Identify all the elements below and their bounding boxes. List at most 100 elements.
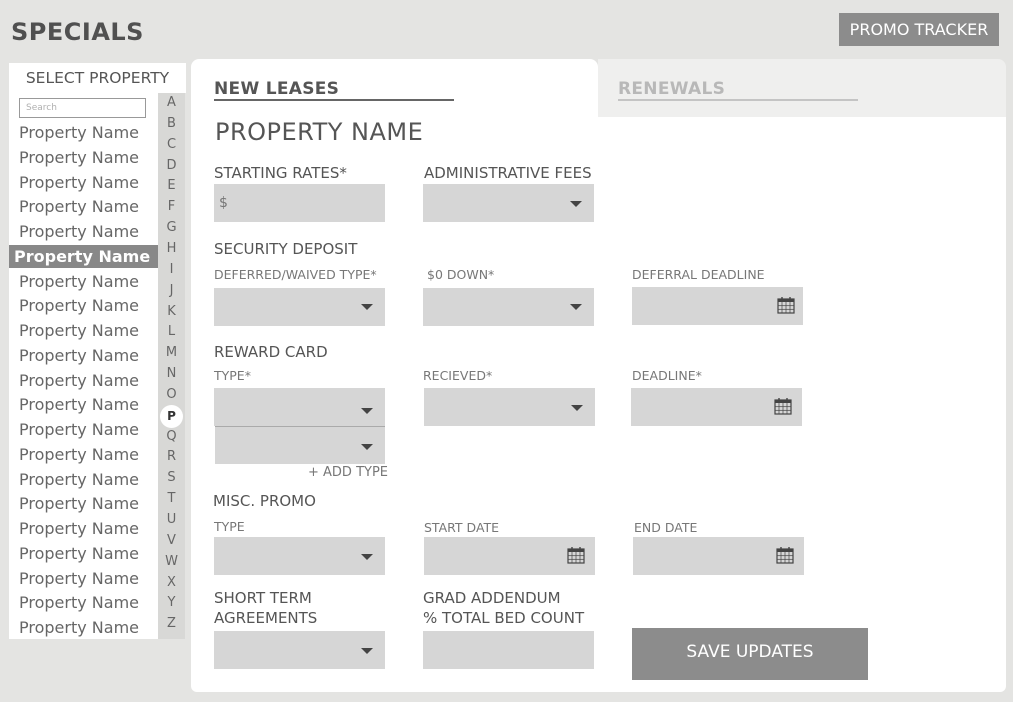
alphabet-letter-m[interactable]: M [158,345,185,360]
property-list-item[interactable]: Property Name [9,146,158,169]
alphabet-letter-z[interactable]: Z [158,616,185,631]
tab-renewals-label[interactable]: RENEWALS [618,79,858,101]
alphabet-letter-v[interactable]: V [158,533,185,548]
calendar-icon[interactable] [776,547,794,564]
sidebar-header: SELECT PROPERTY [9,63,186,93]
property-list-item[interactable]: Property Name [9,220,158,243]
alphabet-letter-d[interactable]: D [158,158,185,173]
property-list-item[interactable]: Property Name [9,121,158,144]
grad-addendum-input[interactable] [423,631,594,669]
property-list-item[interactable]: Property Name [9,542,158,565]
property-list-item[interactable]: Property Name [9,517,158,540]
property-list-item[interactable]: Property Name [9,492,158,515]
property-list-item[interactable]: Property Name [9,369,158,392]
property-list-item[interactable]: Property Name [9,567,158,590]
property-list-item[interactable]: Property Name [9,443,158,466]
chevron-down-icon [571,405,583,411]
admin-fees-label: ADMINISTRATIVE FEES [424,164,592,182]
start-date-field[interactable] [424,537,595,575]
alphabet-letter-q[interactable]: Q [158,429,185,444]
short-term-label-2: AGREEMENTS [214,609,318,627]
calendar-icon[interactable] [774,398,792,415]
property-list-item[interactable]: Property Name [9,244,158,268]
deferred-type-select[interactable] [214,288,385,326]
alphabet-letter-y[interactable]: Y [158,595,185,610]
chevron-down-icon [361,444,373,450]
alphabet-letter-x[interactable]: X [158,575,185,590]
start-date-label: START DATE [424,520,500,535]
chevron-down-icon [570,304,582,310]
reward-type-label: TYPE* [214,368,251,383]
admin-fees-select[interactable] [423,184,594,222]
alphabet-letter-e[interactable]: E [158,178,185,193]
calendar-icon[interactable] [567,547,585,564]
search-input[interactable] [19,98,146,118]
grad-addendum-label-1: GRAD ADDENDUM [423,589,561,607]
tab-new-leases-label[interactable]: NEW LEASES [214,79,454,101]
chevron-down-icon [361,648,373,654]
alphabet-letter-w[interactable]: W [158,554,185,569]
property-list-item[interactable]: Property Name [9,344,158,367]
end-date-field[interactable] [633,537,804,575]
promo-tracker-button[interactable]: PROMO TRACKER [839,13,999,46]
chevron-down-icon [361,554,373,560]
alphabet-letter-f[interactable]: F [158,199,185,214]
chevron-down-icon [570,201,582,207]
alphabet-letter-l[interactable]: L [158,324,185,339]
property-list-item[interactable]: Property Name [9,294,158,317]
reward-type-select-2[interactable] [215,426,385,464]
property-list-item[interactable]: Property Name [9,393,158,416]
reward-type-select-1[interactable] [214,388,385,426]
property-list-item[interactable]: Property Name [9,591,158,614]
end-date-label: END DATE [634,520,698,535]
alphabet-letter-i[interactable]: I [158,262,185,277]
reward-received-label: RECIEVED* [423,368,493,383]
property-list-item[interactable]: Property Name [9,418,158,441]
starting-rates-label: STARTING RATES* [214,164,347,182]
reward-deadline-date[interactable] [631,388,802,426]
alphabet-letter-k[interactable]: K [158,304,185,319]
alphabet-letter-a[interactable]: A [158,95,185,110]
short-term-label-1: SHORT TERM [214,589,312,607]
alphabet-letter-s[interactable]: S [158,470,185,485]
chevron-down-icon [361,408,373,414]
grad-addendum-label-2: % TOTAL BED COUNT [423,609,585,627]
deferred-type-label: DEFERRED/WAIVED TYPE* [214,267,377,282]
deferral-deadline-date[interactable] [632,287,803,325]
alphabet-letter-j[interactable]: J [158,283,185,298]
alphabet-letter-u[interactable]: U [158,512,185,527]
alphabet-letter-n[interactable]: N [158,366,185,381]
short-term-select[interactable] [214,631,385,669]
misc-promo-label: MISC. PROMO [213,492,316,510]
reward-received-select[interactable] [424,388,595,426]
property-list-item[interactable]: Property Name [9,468,158,491]
deferral-deadline-label: DEFERRAL DEADLINE [632,267,765,282]
alphabet-letter-t[interactable]: T [158,491,185,506]
security-deposit-label: SECURITY DEPOSIT [214,240,358,258]
alphabet-letter-h[interactable]: H [158,241,185,256]
starting-rates-input[interactable] [214,184,385,222]
property-list-item[interactable]: Property Name [9,319,158,342]
alphabet-letter-b[interactable]: B [158,116,185,131]
alphabet-letter-o[interactable]: O [158,387,185,402]
add-type-link[interactable]: + ADD TYPE [308,465,388,480]
starting-rates-field[interactable] [214,184,385,222]
property-list-item[interactable]: Property Name [9,616,158,639]
misc-type-select[interactable] [214,537,385,575]
chevron-down-icon [361,304,373,310]
alphabet-letter-p[interactable]: P [160,404,183,428]
page-title: SPECIALS [11,18,144,46]
alphabet-letter-c[interactable]: C [158,137,185,152]
property-list-item[interactable]: Property Name [9,171,158,194]
alphabet-letter-r[interactable]: R [158,449,185,464]
misc-type-label: TYPE [214,519,245,534]
save-updates-button[interactable]: SAVE UPDATES [632,628,868,680]
zero-down-select[interactable] [423,288,594,326]
zero-down-label: $0 DOWN* [427,267,495,282]
calendar-icon[interactable] [777,297,795,314]
property-list-item[interactable]: Property Name [9,270,158,293]
alphabet-letter-g[interactable]: G [158,220,185,235]
reward-card-label: REWARD CARD [214,343,328,361]
property-title: PROPERTY NAME [215,118,424,146]
property-list-item[interactable]: Property Name [9,195,158,218]
